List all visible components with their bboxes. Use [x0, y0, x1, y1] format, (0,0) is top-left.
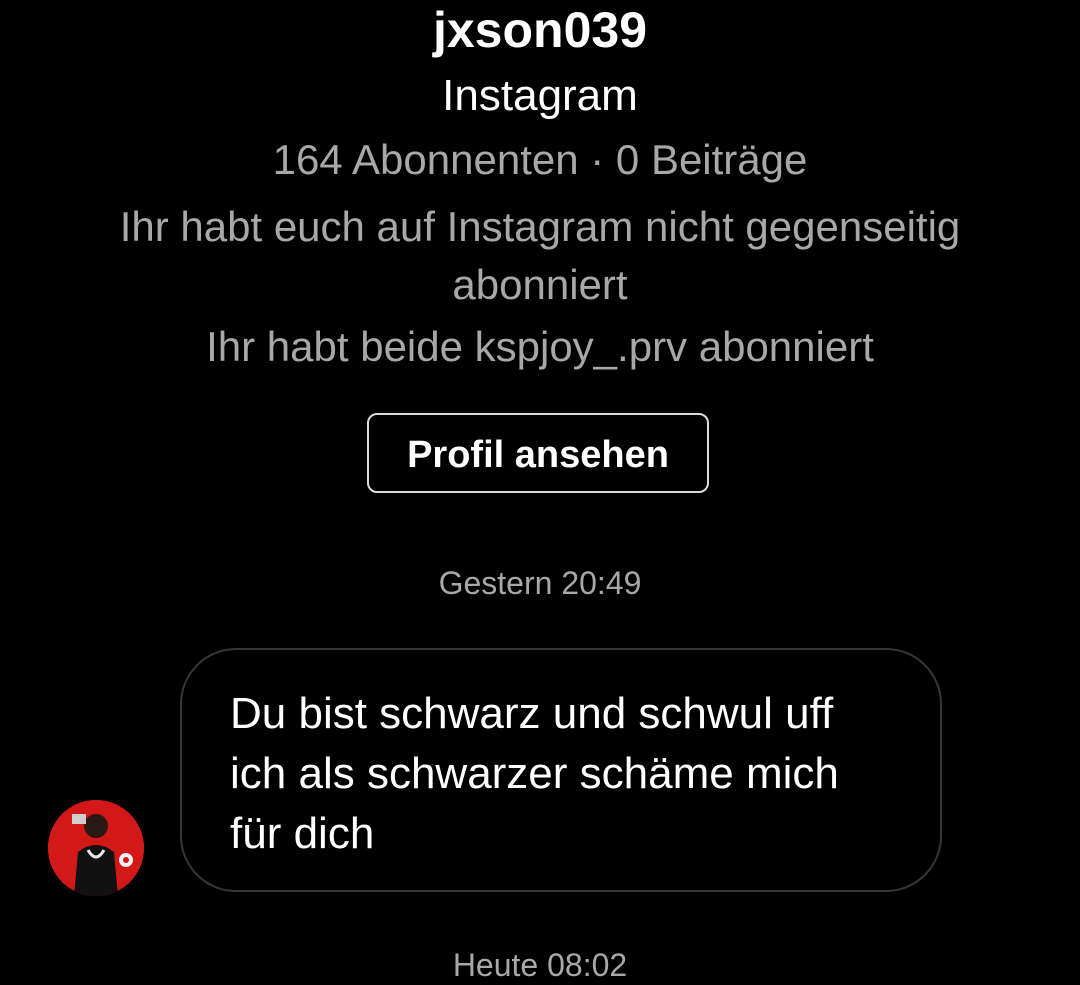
message-timestamp: Gestern 20:49 — [438, 565, 642, 601]
view-profile-button[interactable]: Profil ansehen — [367, 413, 709, 493]
message-bubble[interactable]: Du bist schwarz und schwul uff ich als s… — [180, 648, 942, 892]
mutual-follow-status: Ihr habt euch auf Instagram nicht gegens… — [119, 203, 961, 308]
profile-platform: Instagram — [442, 71, 638, 120]
message-text: Du bist schwarz und schwul uff ich als s… — [230, 689, 839, 858]
message-timestamp: Heute 08:02 — [452, 947, 628, 983]
avatar-person-icon — [48, 800, 144, 896]
profile-username: jxson039 — [432, 2, 647, 58]
message-row: Du bist schwarz und schwul uff ich als s… — [0, 648, 1080, 898]
sender-avatar[interactable] — [48, 800, 144, 896]
profile-stats: 164 Abonnenten · 0 Beiträge — [272, 136, 808, 183]
common-follow-info: Ihr habt beide kspjoy_.prv abonniert — [206, 323, 874, 370]
